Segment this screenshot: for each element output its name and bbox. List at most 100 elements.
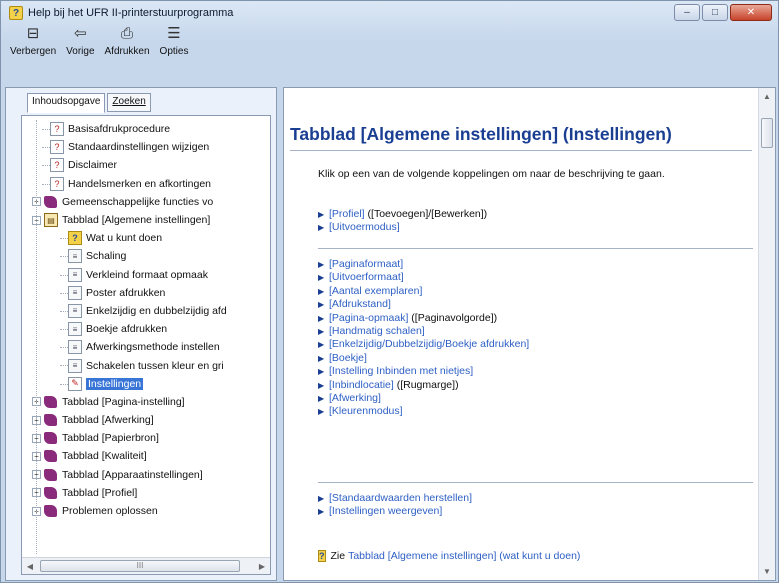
tree-item[interactable]: ≡ Schaling xyxy=(22,247,264,265)
title-bar[interactable]: ? Help bij het UFR II-printerstuurprogra… xyxy=(1,1,778,25)
tree-item[interactable]: ? Wat u kunt doen xyxy=(22,229,264,247)
hide-button[interactable]: ⊟ Verbergen xyxy=(5,25,61,57)
tree-item[interactable]: + Tabblad [Afwerking] xyxy=(22,411,264,429)
scroll-down-arrow-icon[interactable]: ▼ xyxy=(759,567,775,576)
tree-item-label: Tabblad [Papierbron] xyxy=(62,432,159,445)
tree-item-label: Tabblad [Kwaliteit] xyxy=(62,450,147,463)
print-label: Afdrukken xyxy=(104,46,150,57)
tab-search[interactable]: Zoeken xyxy=(107,93,151,112)
topic-link[interactable]: [Inbindlocatie] xyxy=(329,379,394,391)
help-app-icon: ? xyxy=(9,6,23,20)
tree-guide xyxy=(42,165,50,167)
section-divider xyxy=(318,482,753,483)
topic-link[interactable]: [Boekje] xyxy=(329,352,367,364)
tree-item[interactable]: ≡ Poster afdrukken xyxy=(22,284,264,302)
see-also: ? Zie Tabblad [Algemene instellingen] (w… xyxy=(318,550,580,562)
tree-item-label: Instellingen xyxy=(86,377,144,390)
horizontal-scrollbar[interactable]: ◀ III ▶ xyxy=(22,557,270,574)
link-extra-text: ([Toevoegen]/[Bewerken]) xyxy=(364,208,488,220)
tab-contents[interactable]: Inhoudsopgave xyxy=(27,93,106,113)
topic-icon: ? xyxy=(50,122,64,137)
tree-item[interactable]: ≡ Afwerkingsmethode instellen xyxy=(22,338,264,356)
tree-item[interactable]: − ▤ Tabblad [Algemene instellingen] xyxy=(22,211,264,229)
tree-item-label: Gemeenschappelijke functies vo xyxy=(62,195,214,208)
tree-item[interactable]: + Tabblad [Kwaliteit] xyxy=(22,447,264,465)
tree-item[interactable]: + Tabblad [Profiel] xyxy=(22,484,264,502)
topic-link[interactable]: [Standaardwaarden herstellen] xyxy=(329,492,472,504)
tree-item[interactable]: ≡ Schakelen tussen kleur en gri xyxy=(22,356,264,374)
tree-guide xyxy=(60,383,68,385)
book-icon xyxy=(44,395,57,408)
link-arrow-icon: ▶ xyxy=(318,340,325,350)
tree-item[interactable]: + Tabblad [Pagina-instelling] xyxy=(22,393,264,411)
link-arrow-icon: ▶ xyxy=(318,260,325,269)
page-icon: ≡ xyxy=(68,249,82,264)
tree-item[interactable]: + Tabblad [Papierbron] xyxy=(22,429,264,447)
topic-link[interactable]: [Uitvoerformaat] xyxy=(329,271,404,283)
options-icon: ☰ xyxy=(167,25,181,42)
topic-link[interactable]: [Instellingen weergeven] xyxy=(329,505,442,517)
tree-item-label: Poster afdrukken xyxy=(86,286,166,299)
link-row: ▶ [Inbindlocatie] ([Rugmarge]) xyxy=(318,379,529,392)
tree-item[interactable]: ≡ Boekje afdrukken xyxy=(22,320,264,338)
topic-link[interactable]: [Profiel] xyxy=(329,208,365,220)
link-row: ▶ [Afdrukstand] xyxy=(318,298,529,311)
print-button[interactable]: ⎙ Afdrukken xyxy=(100,25,155,57)
tree-item[interactable]: + Tabblad [Apparaatinstellingen] xyxy=(22,466,264,484)
help-page-icon: ? xyxy=(68,231,82,246)
see-also-link[interactable]: Tabblad [Algemene instellingen] (wat kun… xyxy=(348,550,580,562)
window-controls: – □ ✕ xyxy=(674,4,772,21)
settings-page-icon: ✎ xyxy=(68,376,82,391)
tree-item-label: Verkleind formaat opmaak xyxy=(86,268,208,281)
maximize-button[interactable]: □ xyxy=(702,4,728,21)
tree-item[interactable]: ? Handelsmerken en afkortingen xyxy=(22,175,264,193)
back-label: Vorige xyxy=(66,46,95,57)
help-window: ? Help bij het UFR II-printerstuurprogra… xyxy=(0,0,779,583)
tree-item[interactable]: + Problemen oplossen xyxy=(22,502,264,520)
topic-link[interactable]: [Kleurenmodus] xyxy=(329,405,403,417)
link-row: ▶ [Handmatig schalen] xyxy=(318,325,529,338)
topic-link[interactable]: [Paginaformaat] xyxy=(329,258,403,270)
horizontal-scroll-thumb[interactable]: III xyxy=(40,560,240,572)
tree-item[interactable]: ? Basisafdrukprocedure xyxy=(22,120,264,138)
tree-item[interactable]: ? Disclaimer xyxy=(22,156,264,174)
book-icon xyxy=(44,486,57,499)
topic-link[interactable]: [Pagina-opmaak] xyxy=(329,312,408,324)
tree-item-label: Basisafdrukprocedure xyxy=(68,123,171,136)
scroll-up-arrow-icon[interactable]: ▲ xyxy=(759,92,775,101)
window-title: Help bij het UFR II-printerstuurprogramm… xyxy=(28,7,234,19)
vertical-scrollbar[interactable]: ▲ ▼ xyxy=(758,88,775,580)
minimize-button[interactable]: – xyxy=(674,4,700,21)
section-divider xyxy=(318,248,753,249)
contents-tree: ? Basisafdrukprocedure? Standaardinstellin… xyxy=(22,120,264,554)
tree-item-label: Tabblad [Profiel] xyxy=(62,486,138,499)
link-row: ▶ [Kleurenmodus] xyxy=(318,405,529,418)
hide-label: Verbergen xyxy=(10,46,57,57)
tree-item-label: Standaardinstellingen wijzigen xyxy=(68,141,210,154)
topic-link[interactable]: [Handmatig schalen] xyxy=(329,325,425,337)
link-arrow-icon: ▶ xyxy=(318,494,325,503)
topic-icon: ? xyxy=(50,176,64,191)
book-icon xyxy=(44,450,57,463)
topic-link[interactable]: [Afdrukstand] xyxy=(329,298,391,310)
scroll-left-arrow-icon[interactable]: ◀ xyxy=(22,562,38,571)
back-button[interactable]: ⇦ Vorige xyxy=(61,25,99,57)
tree-guide xyxy=(60,292,68,294)
topic-link[interactable]: [Aantal exemplaren] xyxy=(329,285,422,297)
tree-item[interactable]: ≡ Enkelzijdig en dubbelzijdig afd xyxy=(22,302,264,320)
topic-link[interactable]: [Uitvoermodus] xyxy=(329,221,400,233)
options-button[interactable]: ☰ Opties xyxy=(155,25,194,57)
tree-item[interactable]: ✎ Instellingen xyxy=(22,375,264,393)
topic-link[interactable]: [Instelling Inbinden met nietjes] xyxy=(329,365,473,377)
topic-link[interactable]: [Afwerking] xyxy=(329,392,381,404)
tree-item[interactable]: ≡ Verkleind formaat opmaak xyxy=(22,266,264,284)
tree-item[interactable]: + Gemeenschappelijke functies vo xyxy=(22,193,264,211)
topic-link[interactable]: [Enkelzijdig/Dubbelzijdig/Boekje afdrukk… xyxy=(329,338,529,350)
tree-item-label: Tabblad [Pagina-instelling] xyxy=(62,395,185,408)
close-button[interactable]: ✕ xyxy=(730,4,772,21)
title-divider xyxy=(290,150,752,151)
tree-item[interactable]: ? Standaardinstellingen wijzigen xyxy=(22,138,264,156)
link-arrow-icon: ▶ xyxy=(318,210,325,219)
scroll-right-arrow-icon[interactable]: ▶ xyxy=(254,562,270,571)
vertical-scroll-thumb[interactable] xyxy=(761,118,773,148)
